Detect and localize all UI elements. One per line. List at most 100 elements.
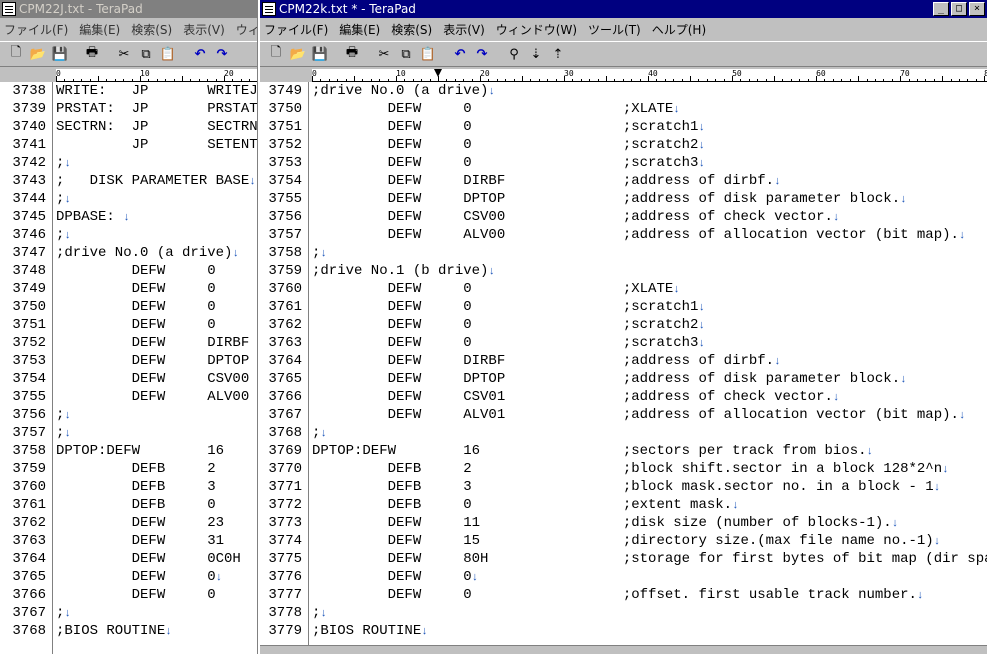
code-line[interactable]: ;↓ — [56, 406, 257, 424]
code-line[interactable]: ;drive No.1 (b drive)↓ — [312, 262, 987, 280]
print-icon[interactable]: 🖶 — [342, 44, 362, 64]
code-line[interactable]: DEFW ALV00 — [56, 388, 257, 406]
code-line[interactable]: DEFW 80H ;storage for first bytes of bit… — [312, 550, 987, 568]
menu-item-2[interactable]: 検索(S) — [391, 21, 432, 38]
code-line[interactable]: DEFW 0 — [56, 316, 257, 334]
paste-icon[interactable]: 📋 — [418, 44, 438, 64]
menu-item-3[interactable]: 表示(V) — [183, 21, 225, 38]
code-line[interactable]: DEFW 0 — [56, 586, 257, 604]
new-file-icon[interactable]: 🗋 — [266, 44, 286, 64]
code-line[interactable]: DEFW 0 — [56, 298, 257, 316]
menu-item-4[interactable]: ウィンドウ(W) — [496, 21, 577, 38]
save-icon[interactable]: 💾 — [310, 44, 330, 64]
menu-item-3[interactable]: 表示(V) — [443, 21, 485, 38]
code-line[interactable]: DEFB 0 ;extent mask.↓ — [312, 496, 987, 514]
code-line[interactable]: DEFW DIRBF ;address of dirbf.↓ — [312, 352, 987, 370]
code-line[interactable]: ;BIOS ROUTINE↓ — [56, 622, 257, 640]
save-icon[interactable]: 💾 — [50, 44, 70, 64]
code-line[interactable]: DEFW CSV00 — [56, 370, 257, 388]
menu-item-5[interactable]: ツール(T) — [588, 21, 641, 38]
code-line[interactable]: DEFB 2 — [56, 460, 257, 478]
code-line[interactable]: ;↓ — [56, 604, 257, 622]
code-line[interactable]: ;↓ — [56, 190, 257, 208]
undo-icon[interactable]: ↶ — [190, 44, 210, 64]
find-prev-icon[interactable]: ⇡ — [548, 44, 568, 64]
code-line[interactable]: DEFW 0 ;scratch2↓ — [312, 136, 987, 154]
code-line[interactable]: DEFW 23 — [56, 514, 257, 532]
code-line[interactable]: DEFW 0 ;XLATE↓ — [312, 100, 987, 118]
menu-item-4[interactable]: ウィン — [236, 21, 257, 38]
copy-icon[interactable]: ⧉ — [396, 44, 416, 64]
code-line[interactable]: DEFW 15 ;directory size.(max file name n… — [312, 532, 987, 550]
menu-item-0[interactable]: ファイル(F) — [4, 21, 68, 38]
code-line[interactable]: ;drive No.0 (a drive)↓ — [56, 244, 257, 262]
open-folder-icon[interactable]: 📂 — [288, 44, 308, 64]
cut-icon[interactable]: ✂ — [114, 44, 134, 64]
redo-icon[interactable]: ↷ — [472, 44, 492, 64]
menu-item-0[interactable]: ファイル(F) — [264, 21, 328, 38]
menu-item-1[interactable]: 編集(E) — [79, 21, 120, 38]
new-file-icon[interactable]: 🗋 — [6, 44, 26, 64]
horizontal-scrollbar[interactable] — [260, 645, 987, 654]
undo-icon[interactable]: ↶ — [450, 44, 470, 64]
menu-item-2[interactable]: 検索(S) — [131, 21, 172, 38]
code-line[interactable]: DEFW DPTOP ;address of disk parameter bl… — [312, 190, 987, 208]
maximize-button[interactable]: □ — [951, 2, 967, 16]
code-line[interactable]: DEFW DPTOP — [56, 352, 257, 370]
code-line[interactable]: ;↓ — [56, 424, 257, 442]
open-folder-icon[interactable]: 📂 — [28, 44, 48, 64]
code-line[interactable]: DEFW ALV01 ;address of allocation vector… — [312, 406, 987, 424]
paste-icon[interactable]: 📋 — [158, 44, 178, 64]
code-line[interactable]: DEFW 0 ;offset. first usable track numbe… — [312, 586, 987, 604]
code-line[interactable]: SECTRN: JP SECTRNJ↓ — [56, 118, 257, 136]
code-line[interactable]: ;BIOS ROUTINE↓ — [312, 622, 987, 640]
right-title-bar[interactable]: CPM22k.txt * - TeraPad _ □ × — [260, 0, 987, 18]
code-line[interactable]: DEFW 0 ;scratch3↓ — [312, 154, 987, 172]
code-line[interactable]: ; DISK PARAMETER BASE↓ — [56, 172, 257, 190]
close-button[interactable]: × — [969, 2, 985, 16]
code-line[interactable]: DEFW 0 ;scratch2↓ — [312, 316, 987, 334]
code-line[interactable]: DEFW CSV00 ;address of check vector.↓ — [312, 208, 987, 226]
redo-icon[interactable]: ↷ — [212, 44, 232, 64]
terapad-app-icon[interactable] — [262, 2, 276, 16]
left-title-bar[interactable]: CPM22J.txt - TeraPad — [0, 0, 257, 18]
code-line[interactable]: ;↓ — [312, 604, 987, 622]
cut-icon[interactable]: ✂ — [374, 44, 394, 64]
code-line[interactable]: DEFW ALV00 ;address of allocation vector… — [312, 226, 987, 244]
code-line[interactable]: DEFW CSV01 ;address of check vector.↓ — [312, 388, 987, 406]
code-line[interactable]: DEFW 0↓ — [56, 568, 257, 586]
code-line[interactable]: DEFW 0 ;scratch1↓ — [312, 118, 987, 136]
code-line[interactable]: DEFB 2 ;block shift.sector in a block 12… — [312, 460, 987, 478]
code-line[interactable]: DPTOP:DEFW 16 ;sectors per track from bi… — [312, 442, 987, 460]
code-line[interactable]: ;drive No.0 (a drive)↓ — [312, 82, 987, 100]
code-line[interactable]: DEFW 0 ;scratch1↓ — [312, 298, 987, 316]
code-line[interactable]: DEFW 0 ;scratch3↓ — [312, 334, 987, 352]
code-line[interactable]: JP SETENTRY↓ — [56, 136, 257, 154]
code-line[interactable]: DEFW 0 — [56, 262, 257, 280]
code-line[interactable]: DEFW 0 — [56, 280, 257, 298]
code-line[interactable]: ;↓ — [56, 154, 257, 172]
menu-item-6[interactable]: ヘルプ(H) — [652, 21, 706, 38]
code-line[interactable]: ;↓ — [312, 424, 987, 442]
copy-icon[interactable]: ⧉ — [136, 44, 156, 64]
code-line[interactable]: DEFW 31 — [56, 532, 257, 550]
code-line[interactable]: DEFW DIRBF — [56, 334, 257, 352]
code-line[interactable]: DEFB 3 — [56, 478, 257, 496]
terapad-app-icon[interactable] — [2, 2, 16, 16]
code-line[interactable]: DEFB 0 — [56, 496, 257, 514]
menu-item-1[interactable]: 編集(E) — [339, 21, 380, 38]
code-line[interactable]: DEFW 11 ;disk size (number of blocks-1).… — [312, 514, 987, 532]
code-line[interactable]: DEFW 0↓ — [312, 568, 987, 586]
left-code-content[interactable]: WRITE: JP WRITEJ↓PRSTAT: JP PRSTATJ↓SECT… — [56, 82, 257, 654]
left-text-area[interactable]: 3738 3739 3740 3741 3742 3743 3744 3745 3746 3747… — [0, 82, 257, 654]
code-line[interactable]: DEFW DIRBF ;address of dirbf.↓ — [312, 172, 987, 190]
right-code-content[interactable]: ;drive No.0 (a drive)↓ DEFW 0 ;XLATE↓ DE… — [312, 82, 987, 654]
code-line[interactable]: DEFW 0 ;XLATE↓ — [312, 280, 987, 298]
code-line[interactable]: DPBASE: ↓ — [56, 208, 257, 226]
print-icon[interactable]: 🖶 — [82, 44, 102, 64]
code-line[interactable]: DEFW DPTOP ;address of disk parameter bl… — [312, 370, 987, 388]
code-line[interactable]: WRITE: JP WRITEJ↓ — [56, 82, 257, 100]
code-line[interactable]: PRSTAT: JP PRSTATJ↓ — [56, 100, 257, 118]
right-text-area[interactable]: 3749 3750 3751 3752 3753 3754 3755 3756 3757 3758… — [260, 82, 987, 654]
code-line[interactable]: ;↓ — [312, 244, 987, 262]
